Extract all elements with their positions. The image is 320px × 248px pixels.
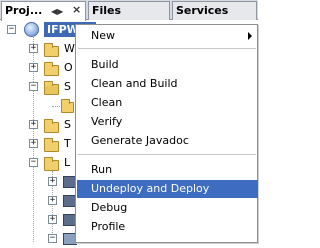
web-project-icon (24, 22, 39, 37)
menu-item-run[interactable]: Run (77, 161, 258, 179)
tab-projects[interactable]: Proj... ◀▶ × (1, 1, 86, 21)
source-folder-icon (44, 81, 59, 95)
menu-item-profile[interactable]: Profile (77, 218, 258, 236)
expand-icon[interactable]: + (48, 177, 57, 186)
menu-item-new[interactable]: New (77, 27, 258, 45)
tree-line (52, 106, 60, 107)
collapse-icon[interactable]: − (48, 234, 57, 243)
submenu-arrow-icon (248, 32, 252, 40)
tree-row-label: S (64, 118, 71, 131)
menu-item-debug[interactable]: Debug (77, 199, 258, 217)
tree-row-label: W (64, 42, 75, 55)
menu-item-label: Clean (91, 96, 123, 109)
menu-item-label: Build (91, 58, 119, 71)
expand-icon[interactable]: + (48, 196, 57, 205)
menu-item-verify[interactable]: Verify (77, 113, 258, 131)
folder-icon (44, 62, 59, 76)
expand-icon[interactable]: + (29, 139, 38, 148)
folder-icon (44, 43, 59, 57)
expand-icon[interactable]: + (29, 63, 38, 72)
menu-separator (78, 154, 256, 155)
folder-icon (44, 138, 59, 152)
folder-icon (44, 157, 59, 171)
menu-separator (78, 48, 256, 49)
menu-item-generate-javadoc[interactable]: Generate Javadoc (77, 132, 258, 150)
menu-item-undeploy-and-deploy[interactable]: Undeploy and Deploy (77, 180, 258, 198)
tab-files[interactable]: Files (88, 1, 170, 20)
menu-item-clean-and-build[interactable]: Clean and Build (77, 75, 258, 93)
package-icon (61, 99, 74, 113)
tree-row-label: T (64, 137, 71, 150)
tree-row-label: O (64, 61, 73, 74)
tree-row-label: S (64, 80, 71, 93)
menu-item-clean[interactable]: Clean (77, 94, 258, 112)
expand-icon[interactable]: + (29, 120, 38, 129)
expand-icon[interactable]: + (48, 215, 57, 224)
menu-item-build[interactable]: Build (77, 56, 258, 74)
projects-tab-strip: Proj... ◀▶ × Files Services (0, 0, 258, 21)
menu-item-label: Generate Javadoc (91, 134, 189, 147)
menu-item-label: Debug (91, 201, 128, 214)
tab-scroll-arrows-icon[interactable]: ◀▶ (51, 7, 63, 16)
context-menu: New Build Clean and Build Clean Verify G… (75, 24, 258, 243)
tab-files-label: Files (92, 4, 122, 17)
menu-item-label: Clean and Build (91, 77, 178, 90)
folder-icon (44, 119, 59, 133)
collapse-icon[interactable]: − (29, 158, 38, 167)
tab-close-icon[interactable]: × (72, 4, 81, 15)
expand-icon[interactable]: + (29, 44, 38, 53)
menu-item-label: Undeploy and Deploy (91, 182, 210, 195)
menu-item-label: New (91, 29, 115, 42)
menu-item-label: Verify (91, 115, 123, 128)
tab-services-label: Services (176, 4, 229, 17)
menu-item-label: Run (91, 163, 113, 176)
tab-services[interactable]: Services (172, 1, 257, 20)
tree-row-label: L (64, 156, 71, 169)
menu-item-label: Profile (91, 220, 126, 233)
collapse-icon[interactable]: − (7, 25, 16, 34)
tab-projects-label: Proj... (5, 4, 43, 17)
collapse-icon[interactable]: − (29, 82, 38, 91)
